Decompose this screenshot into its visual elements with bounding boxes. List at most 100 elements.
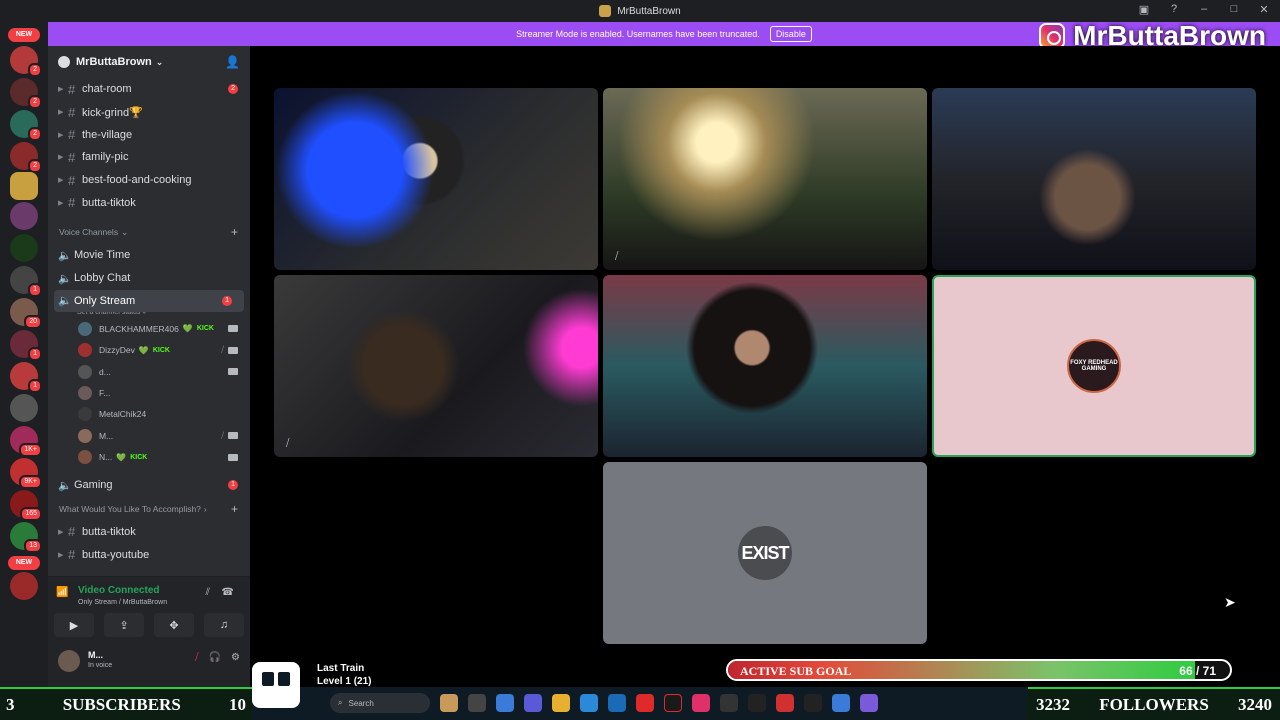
voice-channel-lobby-chat[interactable]: 🔈 Lobby Chat (48, 267, 250, 290)
voice-user[interactable]: d... (48, 361, 250, 382)
server-icon[interactable]: 9K+ (10, 458, 42, 489)
server-icon[interactable]: 2 (10, 142, 42, 173)
server-icon[interactable]: 20 (10, 298, 42, 329)
hash-icon: # (68, 172, 76, 188)
followers-start: 3232 (1036, 694, 1070, 714)
taskbar-app-icon[interactable] (720, 694, 738, 712)
disable-streamer-mode-button[interactable]: Disable (769, 26, 812, 42)
channel-best-food[interactable]: ▶ # best-food-and-cooking (48, 169, 250, 192)
gear-icon[interactable]: ⚙ (231, 652, 240, 663)
video-tile-avatar[interactable]: EXIST (603, 462, 927, 644)
folder-icon[interactable] (552, 694, 570, 712)
activities-button[interactable]: ✥ (154, 613, 194, 637)
headphones-icon[interactable]: 🎧 (209, 652, 221, 663)
voice-channel-movie-time[interactable]: 🔈 Movie Time (48, 244, 250, 267)
video-tile[interactable]: ⧸ (274, 275, 598, 457)
server-icon[interactable]: 1 (10, 362, 42, 393)
server-icon[interactable] (10, 202, 38, 230)
mention-badge: 2 (228, 84, 238, 95)
add-channel-icon[interactable]: + (231, 225, 238, 239)
voice-channel-only-stream[interactable]: 🔈 Only Stream 1 (54, 289, 244, 313)
channel-kick-grind[interactable]: ▶ # kick-grind🏆 (48, 101, 250, 124)
avatar[interactable] (58, 650, 80, 672)
youtube-icon[interactable] (636, 694, 654, 712)
video-tile[interactable] (932, 88, 1256, 270)
server-icon[interactable] (10, 572, 38, 600)
server-icon[interactable]: 1 (10, 266, 42, 297)
channel-the-village[interactable]: ▶ # the-village (48, 123, 250, 146)
hash-icon: # (68, 149, 76, 165)
channel-chat-room[interactable]: ▶ # chat-room 2 (48, 78, 250, 101)
disconnect-icon[interactable]: ☎ (222, 587, 234, 598)
hash-icon: # (68, 104, 76, 120)
server-header[interactable]: MrButtaBrown ⌄ 👤 (48, 46, 250, 78)
server-icon[interactable]: 2 (10, 110, 42, 141)
taskbar-app-icon[interactable] (832, 694, 850, 712)
taskbar-app-icon[interactable] (468, 694, 486, 712)
server-icon[interactable]: 1 (10, 330, 42, 361)
taskbar-app-icon[interactable] (664, 694, 682, 712)
user-status: In voice (88, 662, 113, 669)
category-voice-channels[interactable]: Voice Channels ⌄ + (48, 220, 250, 244)
add-channel-icon[interactable]: + (231, 502, 238, 516)
invite-icon[interactable]: 👤 (225, 55, 240, 69)
taskbar-app-icon[interactable] (748, 694, 766, 712)
taskbar-app-icon[interactable] (804, 694, 822, 712)
server-icon[interactable]: 2 (10, 46, 42, 77)
taskbar-app-icon[interactable] (496, 694, 514, 712)
category-accomplish[interactable]: What Would You Like To Accomplish? › + (48, 497, 250, 521)
chevron-down-icon: ⌄ (155, 56, 164, 67)
voice-user[interactable]: N... 💚 KICK (48, 447, 250, 468)
voice-user[interactable]: M... ⧸ (48, 425, 250, 446)
voice-user[interactable]: BLACKHAMMER406 💚 KICK (48, 318, 250, 339)
taskbar-app-icon[interactable] (440, 694, 458, 712)
edge-icon[interactable] (580, 694, 598, 712)
voice-user[interactable]: DizzyDev 💚 KICK ⧸ (48, 340, 250, 361)
video-tile-avatar[interactable]: FOXY REDHEAD GAMING (932, 275, 1256, 457)
speaker-icon: 🔈 (58, 479, 72, 492)
video-tile[interactable] (603, 275, 927, 457)
voice-connected-subtitle[interactable]: Only Stream / MrButtaBrown (78, 599, 167, 606)
noise-suppression-icon[interactable]: ⫽ (206, 587, 210, 598)
camera-button[interactable]: ▶ (54, 613, 94, 637)
voice-channel-gaming[interactable]: 🔈 Gaming 1 (48, 474, 250, 497)
channel-butta-tiktok[interactable]: ▶ # butta-tiktok (48, 191, 250, 214)
screen-share-button[interactable]: ⇪ (104, 613, 144, 637)
taskbar-app-icon[interactable] (776, 694, 794, 712)
discord-icon[interactable] (860, 694, 878, 712)
channel-family-pic[interactable]: ▶ # family-pic (48, 146, 250, 169)
voice-user[interactable]: MetalChik24 (48, 404, 250, 425)
tiktok-icon[interactable] (692, 694, 710, 712)
sub-goal-label: ACTIVE SUB GOAL (740, 664, 852, 678)
voice-user[interactable]: F... (48, 382, 250, 403)
signal-icon[interactable]: 📶 (56, 587, 68, 598)
soundboard-button[interactable]: ♫ (204, 613, 244, 637)
kick-tag: KICK (196, 325, 214, 333)
minimize-button[interactable]: – (1196, 3, 1212, 16)
kick-server-icon[interactable] (10, 234, 38, 262)
inbox-icon[interactable]: ▣ (1136, 3, 1152, 16)
video-tile[interactable]: ⧸ (603, 88, 927, 270)
help-icon[interactable]: ? (1166, 3, 1182, 16)
maximize-button[interactable]: □ (1226, 3, 1242, 16)
server-icon[interactable]: 13 (10, 522, 42, 553)
server-rail: NEW 2 2 2 2 1 20 1 1 1K+ 9K+ 165 13 NEW (0, 22, 48, 687)
server-icon[interactable]: 1K+ (10, 426, 42, 457)
channel-butta-tiktok-2[interactable]: ▶ # butta-tiktok (48, 521, 250, 544)
server-icon-active[interactable] (10, 172, 38, 200)
video-tile[interactable] (274, 88, 598, 270)
taskbar-app-icon[interactable] (524, 694, 542, 712)
camera-icon (228, 368, 238, 376)
server-icon[interactable] (10, 394, 38, 422)
mic-off-icon[interactable]: ⧸ (195, 652, 198, 663)
channel-label: Lobby Chat (74, 272, 131, 285)
taskbar-app-icon[interactable] (608, 694, 626, 712)
server-icon[interactable]: 165 (10, 490, 42, 521)
user-panel: M... In voice ⧸ 🎧 ⚙ (48, 642, 250, 687)
followers-counter: 3232 FOLLOWERS 3240 (1028, 687, 1280, 720)
close-button[interactable]: ✕ (1256, 3, 1272, 16)
voice-user-name: DizzyDev (99, 345, 135, 356)
channel-label: the-village (82, 128, 133, 141)
server-icon[interactable]: 2 (10, 78, 42, 109)
channel-butta-youtube[interactable]: ▶ # butta-youtube (48, 543, 250, 566)
